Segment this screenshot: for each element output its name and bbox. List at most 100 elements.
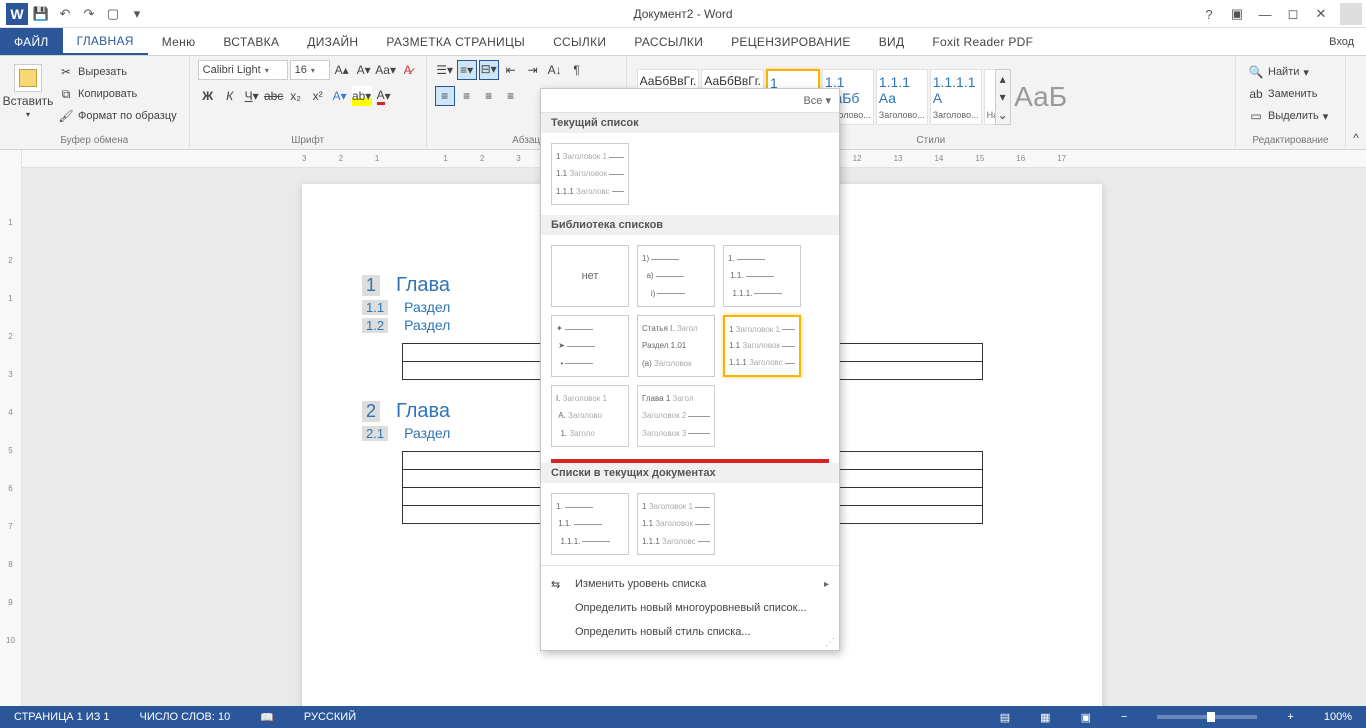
save-button[interactable]: 💾 <box>30 3 52 25</box>
show-marks-button[interactable]: ¶ <box>567 60 587 80</box>
ml-item-heading-numbers[interactable]: 1 Заголовок 1 1.1 Заголовок 1.1.1 Заголо… <box>723 315 801 377</box>
tab-home[interactable]: ГЛАВНАЯ <box>63 28 148 55</box>
grow-font-button[interactable]: A▴ <box>332 60 352 80</box>
ml-doc-item-1[interactable]: 1. 1.1. 1.1.1. <box>551 493 629 555</box>
ribbon-tabs: ФАЙЛ ГЛАВНАЯ Меню ВСТАВКА ДИЗАЙН РАЗМЕТК… <box>0 28 1366 56</box>
ml-item-decimal[interactable]: 1. 1.1. 1.1.1. <box>723 245 801 307</box>
find-button[interactable]: 🔍Найти ▾ <box>1244 62 1313 82</box>
user-avatar[interactable] <box>1340 3 1362 25</box>
sign-in-link[interactable]: Вход <box>1317 28 1366 55</box>
sort-button[interactable]: A↓ <box>545 60 565 80</box>
subscript-button[interactable]: x₂ <box>286 86 306 106</box>
select-button[interactable]: ▭Выделить ▾ <box>1244 106 1332 126</box>
ml-current-item[interactable]: 1 Заголовок 1 1.1 Заголовок 1.1.1 Заголо… <box>551 143 629 205</box>
font-name-combo[interactable]: Calibri Light▾ <box>198 60 288 80</box>
heading-num: 2 <box>362 401 380 422</box>
print-layout-button[interactable]: ▦ <box>1034 706 1056 728</box>
ml-item-roman[interactable]: I. Заголовок 1 A. Заголово 1. Заголо <box>551 385 629 447</box>
undo-button[interactable]: ↶ <box>54 3 76 25</box>
style-item[interactable]: АаБНазвание <box>984 69 995 125</box>
paste-button[interactable]: Вставить ▾ <box>8 60 48 123</box>
superscript-button[interactable]: x² <box>308 86 328 106</box>
heading-text[interactable]: Глава <box>396 400 450 423</box>
styles-scroll-down[interactable]: ▾ <box>996 88 1010 106</box>
replace-button[interactable]: abЗаменить <box>1244 84 1321 104</box>
bullets-button[interactable]: ☰▾ <box>435 60 455 80</box>
highlight-button[interactable]: ab▾ <box>352 86 372 106</box>
web-layout-button[interactable]: ▣ <box>1075 706 1097 728</box>
read-mode-button[interactable]: ▤ <box>994 706 1016 728</box>
new-doc-button[interactable]: ▢ <box>102 3 124 25</box>
tab-design[interactable]: ДИЗАЙН <box>293 28 372 55</box>
qat-dropdown[interactable]: ▾ <box>126 3 148 25</box>
page-indicator[interactable]: СТРАНИЦА 1 ИЗ 1 <box>8 706 116 728</box>
increase-indent-button[interactable]: ⇥ <box>523 60 543 80</box>
ml-item-none[interactable]: нет <box>551 245 629 307</box>
help-button[interactable]: ? <box>1196 3 1222 25</box>
ml-define-new-style[interactable]: Определить новый стиль списка... <box>541 620 839 644</box>
collapse-ribbon-button[interactable]: ^ <box>1346 56 1366 149</box>
numbering-button[interactable]: ≡▾ <box>457 60 477 80</box>
ml-item-symbols[interactable]: ✦ ➤ • <box>551 315 629 377</box>
font-color-button[interactable]: A▾ <box>374 86 394 106</box>
multilevel-button[interactable]: ⊟▾ <box>479 60 499 80</box>
copy-button[interactable]: ⧉Копировать <box>54 84 181 104</box>
ml-all-dropdown[interactable]: Все ▾ <box>541 89 839 113</box>
tab-mailings[interactable]: РАССЫЛКИ <box>620 28 717 55</box>
ml-doc-item-2[interactable]: 1 Заголовок 11.1 Заголовок1.1.1 Заголовс <box>637 493 715 555</box>
tab-layout[interactable]: РАЗМЕТКА СТРАНИЦЫ <box>372 28 539 55</box>
align-center-button[interactable]: ≡ <box>457 86 477 106</box>
spellcheck-button[interactable]: 📖 <box>254 706 280 728</box>
quick-access-toolbar: W 💾 ↶ ↷ ▢ ▾ <box>0 3 154 25</box>
heading-text[interactable]: Глава <box>396 274 450 297</box>
tab-view[interactable]: ВИД <box>865 28 919 55</box>
cut-button[interactable]: ✂Вырезать <box>54 62 181 82</box>
change-case-button[interactable]: Aa▾ <box>376 60 396 80</box>
ribbon-options-button[interactable]: ▣ <box>1224 3 1250 25</box>
shrink-font-button[interactable]: A▾ <box>354 60 374 80</box>
maximize-button[interactable]: ◻ <box>1280 3 1306 25</box>
minimize-button[interactable]: — <box>1252 3 1278 25</box>
italic-button[interactable]: К <box>220 86 240 106</box>
tab-foxit[interactable]: Foxit Reader PDF <box>918 28 1047 55</box>
heading-num: 1.2 <box>362 318 388 333</box>
align-right-button[interactable]: ≡ <box>479 86 499 106</box>
zoom-slider[interactable] <box>1157 715 1257 719</box>
resize-grip[interactable]: ⋰ <box>825 637 835 648</box>
zoom-in-button[interactable]: + <box>1281 706 1299 728</box>
align-left-button[interactable]: ≡ <box>435 86 455 106</box>
decrease-indent-button[interactable]: ⇤ <box>501 60 521 80</box>
style-item[interactable]: 1.1.1 АаЗаголово... <box>876 69 928 125</box>
zoom-out-button[interactable]: − <box>1115 706 1133 728</box>
word-count[interactable]: ЧИСЛО СЛОВ: 10 <box>134 706 237 728</box>
heading-text[interactable]: Раздел <box>404 425 450 441</box>
heading-text[interactable]: Раздел <box>404 299 450 315</box>
underline-button[interactable]: Ч▾ <box>242 86 262 106</box>
tab-insert[interactable]: ВСТАВКА <box>209 28 293 55</box>
ml-item-1a-i[interactable]: 1) a) i) <box>637 245 715 307</box>
tab-review[interactable]: РЕЦЕНЗИРОВАНИЕ <box>717 28 865 55</box>
heading-num: 1.1 <box>362 300 388 315</box>
tab-file[interactable]: ФАЙЛ <box>0 28 63 55</box>
ml-item-chapter[interactable]: Глава 1 ЗаголЗаголовок 2Заголовок 3 <box>637 385 715 447</box>
redo-button[interactable]: ↷ <box>78 3 100 25</box>
tab-menu[interactable]: Меню <box>148 28 210 55</box>
clear-format-button[interactable]: A̷ <box>398 60 418 80</box>
heading-text[interactable]: Раздел <box>404 317 450 333</box>
ml-define-new-list[interactable]: Определить новый многоуровневый список..… <box>541 596 839 620</box>
justify-button[interactable]: ≡ <box>501 86 521 106</box>
strike-button[interactable]: abc <box>264 86 284 106</box>
tab-references[interactable]: ССЫЛКИ <box>539 28 620 55</box>
ml-change-level[interactable]: ⇆Изменить уровень списка▸ <box>541 572 839 596</box>
text-effects-button[interactable]: A▾ <box>330 86 350 106</box>
style-item[interactable]: 1.1.1.1 АЗаголово... <box>930 69 982 125</box>
bold-button[interactable]: Ж <box>198 86 218 106</box>
language-button[interactable]: РУССКИЙ <box>298 706 362 728</box>
close-button[interactable]: ✕ <box>1308 3 1334 25</box>
font-size-combo[interactable]: 16▾ <box>290 60 330 80</box>
zoom-level[interactable]: 100% <box>1318 706 1358 728</box>
styles-scroll-up[interactable]: ▴ <box>996 70 1010 88</box>
styles-expand[interactable]: ⌄ <box>996 106 1010 124</box>
format-painter-button[interactable]: 🖌Формат по образцу <box>54 106 181 126</box>
ml-item-article[interactable]: Статья I. ЗаголРаздел 1.01(a) Заголовок <box>637 315 715 377</box>
